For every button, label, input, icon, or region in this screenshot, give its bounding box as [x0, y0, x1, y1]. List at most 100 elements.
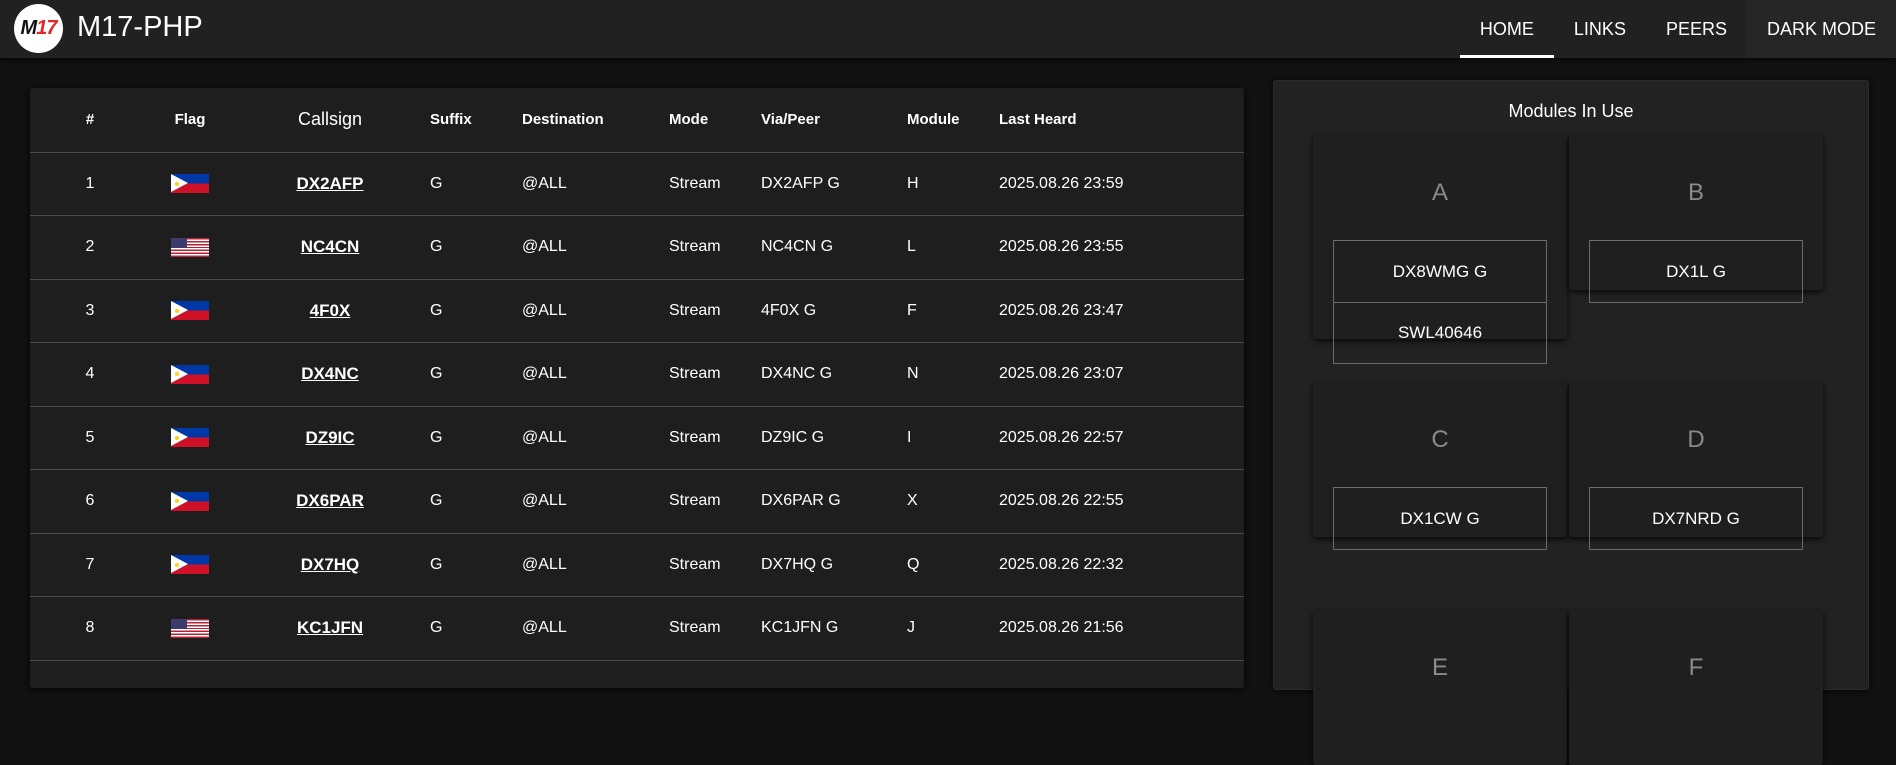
header-suffix: Suffix [430, 88, 522, 153]
row-mode: Stream [669, 406, 761, 470]
us-flag-icon [171, 237, 209, 257]
row-flag-cell [150, 406, 230, 470]
nav-peers[interactable]: PEERS [1646, 0, 1747, 58]
header-num: # [30, 88, 150, 153]
row-suffix: G [430, 342, 522, 407]
row-destination: @ALL [522, 279, 669, 343]
module-letter: F [1688, 654, 1704, 681]
table-row: 2 NC4CN G @ALL Stream NC4CN G L 2025.08.26 23:5… [30, 215, 1244, 280]
row-module: Q [907, 533, 999, 597]
row-module: H [907, 152, 999, 216]
header-last-heard: Last Heard [999, 88, 1244, 153]
row-flag-cell [150, 342, 230, 407]
module-peer-list: DX8WMG G SWL40646 [1333, 240, 1547, 364]
row-module: X [907, 469, 999, 534]
row-suffix: G [430, 469, 522, 534]
header-flag: Flag [150, 88, 230, 153]
row-via-peer: DX7HQ G [761, 533, 907, 597]
callsign-link[interactable]: DX2AFP [296, 174, 363, 193]
module-letter: D [1687, 426, 1705, 453]
header-via-peer: Via/Peer [761, 88, 907, 153]
module-letter: C [1431, 426, 1449, 453]
row-suffix: G [430, 152, 522, 216]
callsign-link[interactable]: DX4NC [301, 364, 359, 383]
row-callsign-cell: KC1JFN [230, 596, 430, 661]
row-number: 5 [30, 406, 150, 470]
top-app-bar: M 17 M17-PHP HOME LINKS PEERS DARK MODE [0, 0, 1896, 58]
row-module: I [907, 406, 999, 470]
header-module: Module [907, 88, 999, 153]
logo-text-m: M [20, 17, 38, 39]
callsign-link[interactable]: DX6PAR [296, 491, 364, 510]
ph-flag-icon [171, 428, 209, 448]
row-module: J [907, 596, 999, 661]
module-peer: SWL40646 [1334, 302, 1546, 363]
row-number: 6 [30, 469, 150, 534]
row-suffix: G [430, 215, 522, 280]
callsign-link[interactable]: DZ9IC [305, 428, 354, 447]
row-last-heard: 2025.08.26 23:47 [999, 279, 1244, 343]
row-flag-cell [150, 152, 230, 216]
row-number: 3 [30, 279, 150, 343]
row-last-heard: 2025.08.26 23:59 [999, 152, 1244, 216]
callsign-link[interactable]: DX7HQ [301, 555, 360, 574]
nav-links[interactable]: LINKS [1554, 0, 1646, 58]
main-nav: HOME LINKS PEERS DARK MODE [1459, 0, 1896, 58]
module-peer-list: DX1CW G [1333, 487, 1547, 550]
m17-logo[interactable]: M 17 [14, 4, 63, 53]
row-number: 7 [30, 533, 150, 597]
row-mode: Stream [669, 596, 761, 661]
row-number: 1 [30, 152, 150, 216]
row-destination: @ALL [522, 533, 669, 597]
modules-title: Modules In Use [1508, 101, 1634, 121]
row-module: N [907, 342, 999, 407]
row-last-heard: 2025.08.26 22:55 [999, 469, 1244, 534]
ph-flag-icon [171, 301, 209, 321]
row-destination: @ALL [522, 469, 669, 534]
row-suffix: G [430, 279, 522, 343]
nav-home[interactable]: HOME [1459, 0, 1554, 58]
module-peer-list: DX7NRD G [1589, 487, 1803, 550]
us-flag-icon [171, 618, 209, 638]
module-card-a: A DX8WMG G SWL40646 [1313, 135, 1567, 364]
callsign-link[interactable]: 4F0X [310, 301, 351, 320]
module-peer-list: DX1L G [1589, 240, 1803, 303]
row-suffix: G [430, 533, 522, 597]
module-peer: DX1CW G [1400, 508, 1480, 528]
last-heard-card: # Flag Callsign Suffix Destination Mode … [30, 88, 1244, 688]
callsign-link[interactable]: NC4CN [301, 237, 360, 256]
row-number: 4 [30, 342, 150, 407]
row-via-peer: NC4CN G [761, 215, 907, 280]
table-row: 1 DX2AFP G @ALL Stream DX2AFP G H 2025.08.26 23… [30, 152, 1244, 216]
table-row: 5 DZ9IC G @ALL Stream DZ9IC G I 2025.08.26 22:5… [30, 406, 1244, 470]
row-flag-cell [150, 279, 230, 343]
row-suffix: G [430, 596, 522, 661]
module-letter: A [1431, 179, 1448, 206]
module-card-b: B DX1L G [1569, 135, 1823, 303]
table-row: 7 DX7HQ G @ALL Stream DX7HQ G Q 2025.08.26 22:3… [30, 533, 1244, 597]
row-via-peer: DX2AFP G [761, 152, 907, 216]
row-last-heard: 2025.08.26 23:55 [999, 215, 1244, 280]
ph-flag-icon [171, 491, 209, 511]
nav-dark-mode[interactable]: DARK MODE [1746, 0, 1896, 58]
row-mode: Stream [669, 469, 761, 534]
row-number: 8 [30, 596, 150, 661]
row-flag-cell [150, 215, 230, 280]
module-card-f: F [1569, 610, 1823, 765]
row-last-heard: 2025.08.26 22:57 [999, 406, 1244, 470]
row-callsign-cell: DX2AFP [230, 152, 430, 216]
module-peer: DX7NRD G [1652, 508, 1740, 528]
row-mode: Stream [669, 342, 761, 407]
module-letter: B [1687, 179, 1704, 206]
row-callsign-cell: DZ9IC [230, 406, 430, 470]
callsign-link[interactable]: KC1JFN [297, 618, 363, 637]
module-peer: DX8WMG G [1392, 261, 1488, 281]
row-destination: @ALL [522, 152, 669, 216]
module-card-e: E [1313, 610, 1567, 765]
row-via-peer: 4F0X G [761, 279, 907, 343]
row-last-heard: 2025.08.26 23:07 [999, 342, 1244, 407]
ph-flag-icon [171, 174, 209, 194]
app-title[interactable]: M17-PHP [77, 10, 203, 44]
table-row: 3 4F0X G @ALL Stream 4F0X G F 2025.08.26 23:47 [30, 279, 1244, 343]
table-row: 4 DX4NC G @ALL Stream DX4NC G N 2025.08.26 23:0… [30, 342, 1244, 407]
